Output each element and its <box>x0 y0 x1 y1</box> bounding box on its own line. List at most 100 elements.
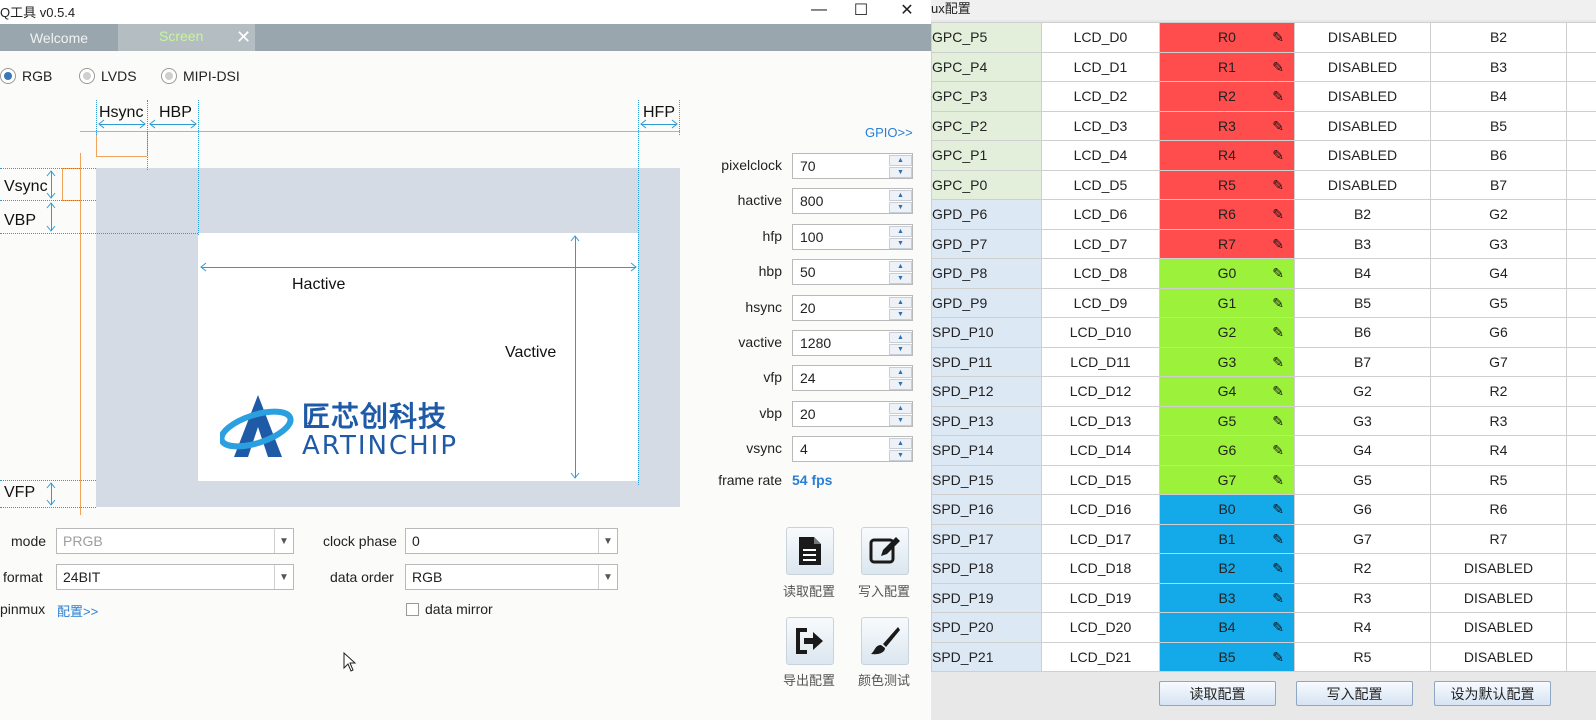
pencil-icon[interactable]: ✎ <box>1272 619 1284 636</box>
pinmux-write-button[interactable]: 写入配置 <box>1296 681 1413 706</box>
option-a-cell[interactable]: DISABLED <box>1294 140 1431 171</box>
option-b-cell[interactable]: R3 <box>1430 405 1567 436</box>
function-cell[interactable]: B4 ✎ <box>1159 612 1295 643</box>
pencil-icon[interactable]: ✎ <box>1272 236 1284 253</box>
option-a-cell[interactable]: G2 <box>1294 376 1431 407</box>
option-a-cell[interactable]: DISABLED <box>1294 169 1431 200</box>
spin-down-icon[interactable]: ▼ <box>889 202 912 213</box>
radio-lvds[interactable]: LVDS <box>79 67 137 85</box>
pencil-icon[interactable]: ✎ <box>1272 29 1284 46</box>
option-a-cell[interactable]: G7 <box>1294 523 1431 554</box>
spin-up-icon[interactable]: ▲ <box>889 367 912 378</box>
pencil-icon[interactable]: ✎ <box>1272 649 1284 666</box>
option-a-cell[interactable]: B2 <box>1294 199 1431 230</box>
pencil-icon[interactable]: ✎ <box>1272 295 1284 312</box>
pencil-icon[interactable]: ✎ <box>1272 59 1284 76</box>
function-cell[interactable]: G0 ✎ <box>1159 258 1295 289</box>
param-input-vsync[interactable] <box>793 437 887 461</box>
option-b-cell[interactable]: R2 <box>1430 376 1567 407</box>
option-a-cell[interactable]: B3 <box>1294 228 1431 259</box>
param-spinbox-hfp[interactable]: ▲▼ <box>792 224 913 250</box>
format-select[interactable]: 24BIT ▼ <box>56 564 294 590</box>
pencil-icon[interactable]: ✎ <box>1272 590 1284 607</box>
option-b-cell[interactable]: G6 <box>1430 317 1567 348</box>
param-spinbox-vsync[interactable]: ▲▼ <box>792 436 913 462</box>
write-config-button[interactable] <box>861 527 909 575</box>
option-b-cell[interactable]: B2 <box>1430 22 1567 53</box>
pencil-icon[interactable]: ✎ <box>1272 413 1284 430</box>
spin-down-icon[interactable]: ▼ <box>889 450 912 461</box>
spin-down-icon[interactable]: ▼ <box>889 379 912 390</box>
pencil-icon[interactable]: ✎ <box>1272 147 1284 164</box>
param-spinbox-hsync[interactable]: ▲▼ <box>792 295 913 321</box>
function-cell[interactable]: G3 ✎ <box>1159 346 1295 377</box>
param-input-hfp[interactable] <box>793 225 887 249</box>
pencil-icon[interactable]: ✎ <box>1272 177 1284 194</box>
pinmux-config-link[interactable]: 配置>> <box>57 601 98 620</box>
function-cell[interactable]: B1 ✎ <box>1159 523 1295 554</box>
param-spinbox-hbp[interactable]: ▲▼ <box>792 259 913 285</box>
chevron-down-icon[interactable]: ▼ <box>274 565 293 589</box>
spin-up-icon[interactable]: ▲ <box>889 190 912 201</box>
option-b-cell[interactable]: R4 <box>1430 435 1567 466</box>
pinmux-read-button[interactable]: 读取配置 <box>1159 681 1276 706</box>
function-cell[interactable]: R1 ✎ <box>1159 51 1295 82</box>
function-cell[interactable]: R6 ✎ <box>1159 199 1295 230</box>
pencil-icon[interactable]: ✎ <box>1272 560 1284 577</box>
option-a-cell[interactable]: R3 <box>1294 582 1431 613</box>
option-b-cell[interactable]: R6 <box>1430 494 1567 525</box>
spin-down-icon[interactable]: ▼ <box>889 344 912 355</box>
spin-up-icon[interactable]: ▲ <box>889 155 912 166</box>
pencil-icon[interactable]: ✎ <box>1272 531 1284 548</box>
option-a-cell[interactable]: B4 <box>1294 258 1431 289</box>
option-a-cell[interactable]: G6 <box>1294 494 1431 525</box>
tab-close-icon[interactable]: ✕ <box>236 27 251 48</box>
chevron-down-icon[interactable]: ▼ <box>598 529 617 553</box>
spin-up-icon[interactable]: ▲ <box>889 226 912 237</box>
pencil-icon[interactable]: ✎ <box>1272 354 1284 371</box>
option-b-cell[interactable]: B4 <box>1430 81 1567 112</box>
param-input-hactive[interactable] <box>793 189 887 213</box>
function-cell[interactable]: G4 ✎ <box>1159 376 1295 407</box>
radio-rgb-indicator[interactable] <box>0 68 16 84</box>
param-spinbox-hactive[interactable]: ▲▼ <box>792 188 913 214</box>
option-b-cell[interactable]: B3 <box>1430 51 1567 82</box>
option-b-cell[interactable]: G4 <box>1430 258 1567 289</box>
function-cell[interactable]: R7 ✎ <box>1159 228 1295 259</box>
function-cell[interactable]: G7 ✎ <box>1159 464 1295 495</box>
option-a-cell[interactable]: G5 <box>1294 464 1431 495</box>
param-spinbox-vfp[interactable]: ▲▼ <box>792 365 913 391</box>
function-cell[interactable]: R5 ✎ <box>1159 169 1295 200</box>
option-a-cell[interactable]: B7 <box>1294 346 1431 377</box>
option-b-cell[interactable]: G5 <box>1430 287 1567 318</box>
spin-down-icon[interactable]: ▼ <box>889 167 912 178</box>
option-b-cell[interactable]: DISABLED <box>1430 582 1567 613</box>
function-cell[interactable]: G5 ✎ <box>1159 405 1295 436</box>
spin-down-icon[interactable]: ▼ <box>889 238 912 249</box>
option-b-cell[interactable]: G7 <box>1430 346 1567 377</box>
mode-select[interactable]: PRGB ▼ <box>56 528 294 554</box>
clock-phase-select[interactable]: 0 ▼ <box>405 528 618 554</box>
param-input-vactive[interactable] <box>793 331 887 355</box>
param-input-vbp[interactable] <box>793 402 887 426</box>
option-a-cell[interactable]: DISABLED <box>1294 22 1431 53</box>
pencil-icon[interactable]: ✎ <box>1272 383 1284 400</box>
function-cell[interactable]: B5 ✎ <box>1159 641 1295 672</box>
spin-up-icon[interactable]: ▲ <box>889 332 912 343</box>
option-a-cell[interactable]: DISABLED <box>1294 51 1431 82</box>
option-a-cell[interactable]: DISABLED <box>1294 110 1431 141</box>
function-cell[interactable]: R2 ✎ <box>1159 81 1295 112</box>
radio-mipi-dsi-indicator[interactable] <box>161 68 177 84</box>
export-config-button[interactable] <box>786 617 834 665</box>
pencil-icon[interactable]: ✎ <box>1272 472 1284 489</box>
function-cell[interactable]: G1 ✎ <box>1159 287 1295 318</box>
spin-down-icon[interactable]: ▼ <box>889 415 912 426</box>
pencil-icon[interactable]: ✎ <box>1272 442 1284 459</box>
function-cell[interactable]: B3 ✎ <box>1159 582 1295 613</box>
minimize-button[interactable]: — <box>797 0 841 20</box>
pencil-icon[interactable]: ✎ <box>1272 88 1284 105</box>
spin-up-icon[interactable]: ▲ <box>889 438 912 449</box>
pinmux-set-default-button[interactable]: 设为默认配置 <box>1434 681 1551 706</box>
option-a-cell[interactable]: R4 <box>1294 612 1431 643</box>
function-cell[interactable]: R4 ✎ <box>1159 140 1295 171</box>
